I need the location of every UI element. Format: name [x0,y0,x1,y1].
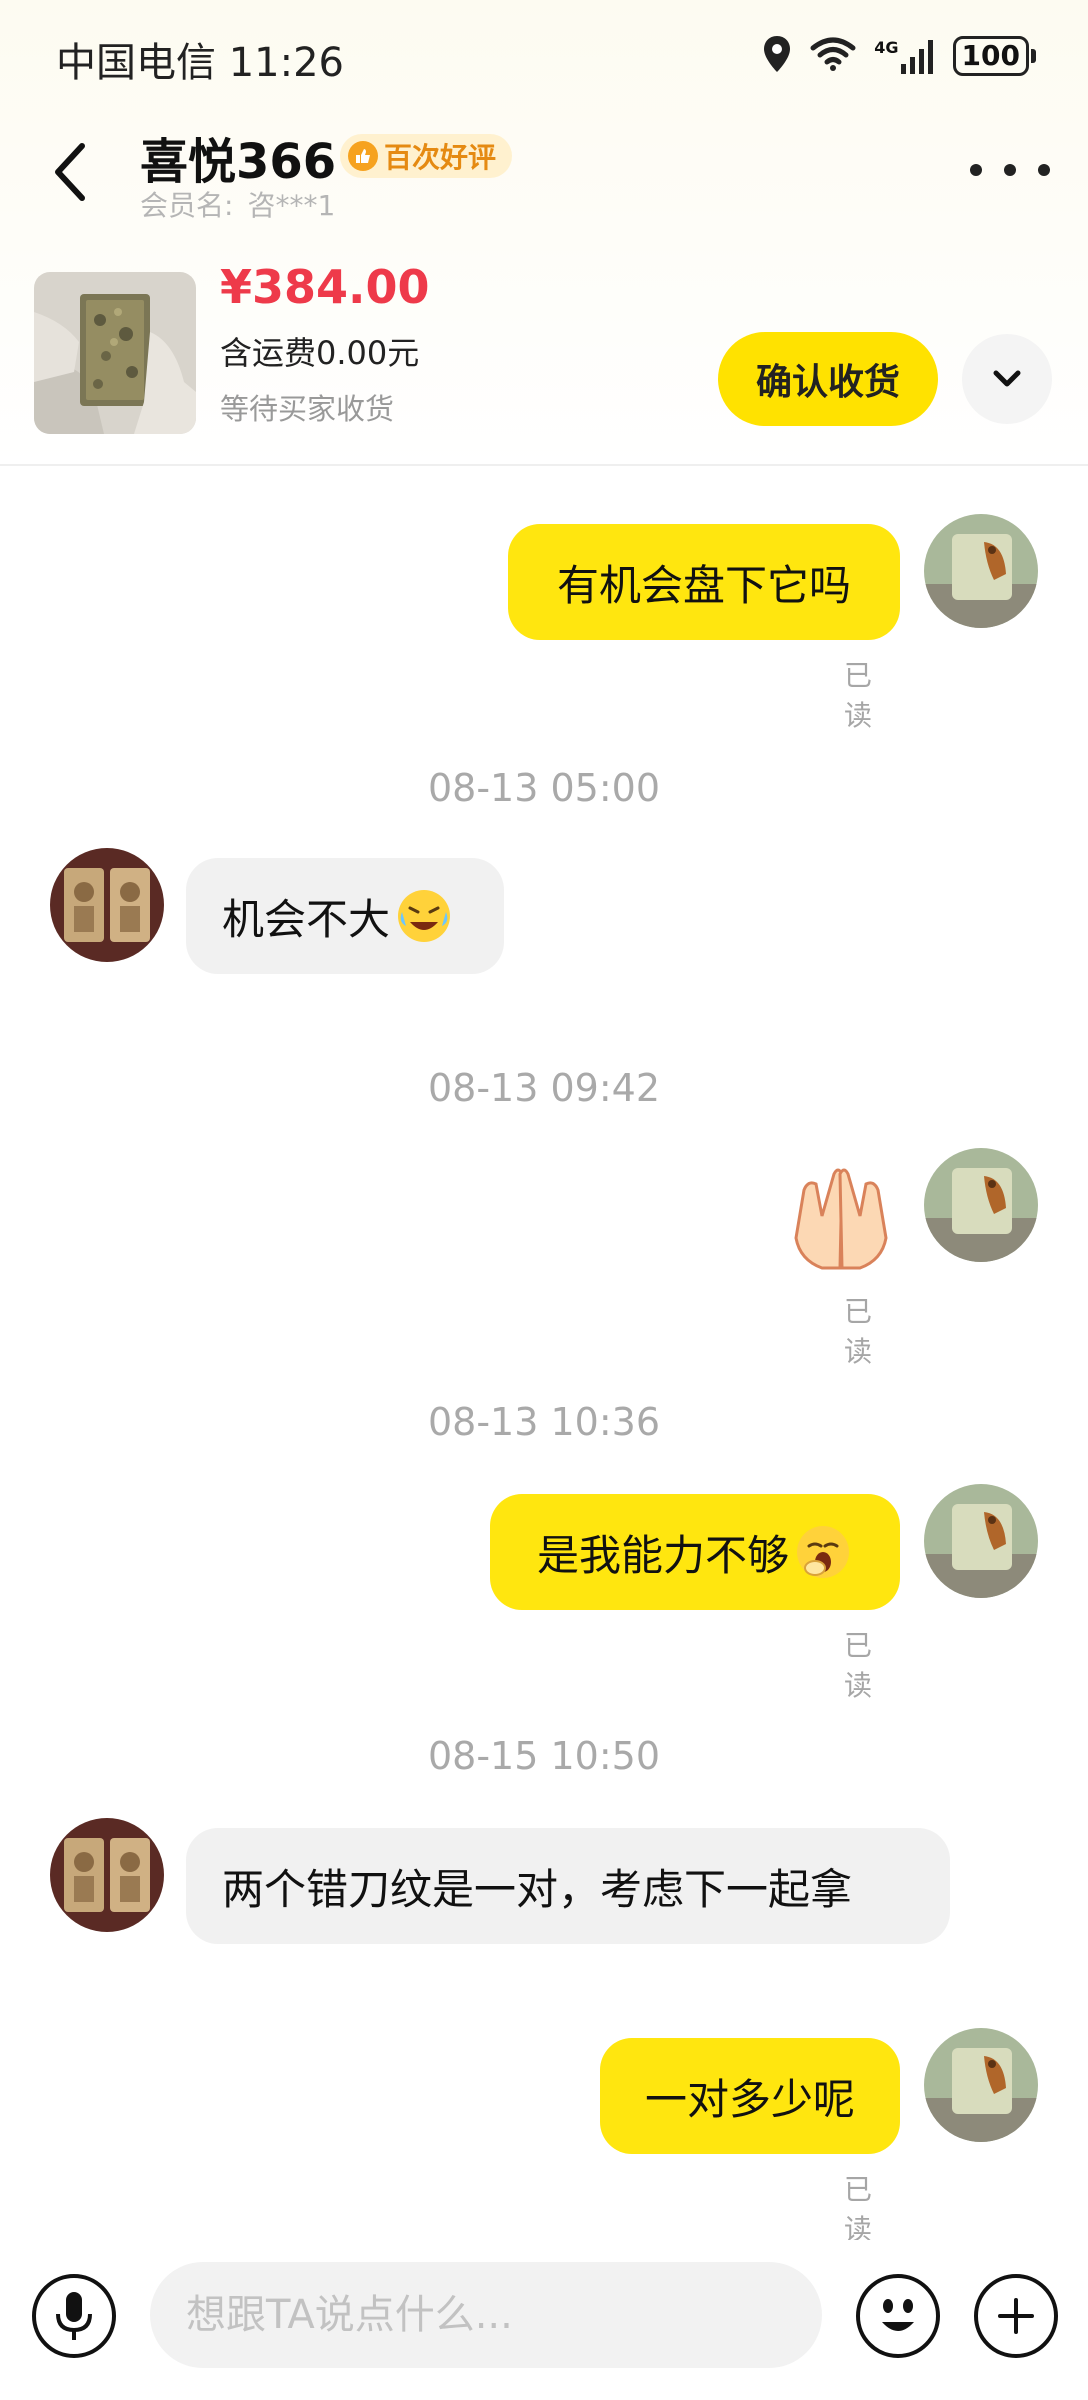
read-status: 已读 [844,1295,873,1368]
message-bubble[interactable]: 一对多少呢 [600,2038,900,2154]
battery-level: 100 [952,36,1029,76]
chat-header: 喜悦366 百次好评 会员名: 咨***1 [0,110,1088,230]
member-line: 会员名: 咨***1 [140,184,335,224]
message-bubble[interactable]: 机会不大 [186,858,504,974]
microphone-icon [56,2292,92,2340]
contact-avatar[interactable] [50,1818,164,1932]
voice-button[interactable] [32,2274,116,2358]
battery-icon: 100 [952,36,1036,76]
location-icon [762,34,792,78]
yawning-emoji-icon [793,1522,853,1582]
status-carrier-time: 中国电信 11:26 [56,40,344,86]
back-button[interactable] [40,132,100,212]
praise-badge: 百次好评 [340,134,513,178]
contact-name: 喜悦366 [140,134,337,190]
top-area: 中国电信 11:26 4G 100 喜悦366 百次好评 会员名: 咨***1 … [0,0,1088,466]
message-bubble[interactable]: 是我能力不够 [490,1494,900,1610]
read-status: 已读 [844,659,873,732]
emoji-icon [882,2299,914,2331]
message-input[interactable] [150,2262,822,2368]
emoji-button[interactable] [856,2274,940,2358]
input-bar [0,2240,1088,2400]
signal-icon: 4G [874,38,934,74]
network-type-label: 4G [874,38,899,57]
my-avatar[interactable] [924,1148,1038,1262]
message-text: 是我能力不够 [536,1530,789,1580]
more-icon [970,164,982,176]
product-bar[interactable]: ¥384.00 含运费0.00元 等待买家收货 确认收货 [0,252,1088,466]
message-text: 机会不大 [222,894,391,944]
timestamp: 08-13 09:42 [427,1066,660,1110]
crying-laughing-emoji-icon [394,886,454,946]
expand-button[interactable] [962,334,1052,424]
plus-icon [998,2298,1034,2334]
more-button[interactable] [970,145,1050,195]
message-bubble[interactable]: 有机会盘下它吗 [508,524,900,640]
my-avatar[interactable] [924,1484,1038,1598]
product-shipping: 含运费0.00元 [220,334,420,372]
confirm-receipt-button[interactable]: 确认收货 [718,332,938,426]
contact-avatar[interactable] [50,848,164,962]
timestamp: 08-15 10:50 [427,1734,660,1778]
my-avatar[interactable] [924,514,1038,628]
folded-hands-emoji-icon[interactable] [782,1160,900,1278]
status-icons: 4G 100 [762,30,1036,82]
my-avatar[interactable] [924,2028,1038,2142]
message-bubble[interactable]: 两个错刀纹是一对，考虑下一起拿 [186,1828,950,1944]
timestamp: 08-13 05:00 [427,766,660,810]
product-price: ¥384.00 [220,260,430,314]
read-status: 已读 [844,1629,873,1702]
back-icon [55,143,85,201]
product-thumbnail[interactable] [34,272,196,434]
member-value: 咨***1 [247,189,336,222]
product-status: 等待买家收货 [220,392,395,426]
more-actions-button[interactable] [974,2274,1058,2358]
timestamp: 08-13 10:36 [427,1400,660,1444]
chevron-down-icon [993,370,1021,387]
wifi-icon [810,36,856,76]
read-status: 已读 [844,2173,873,2246]
praise-label: 百次好评 [384,141,497,174]
praise-icon [348,141,378,171]
status-bar: 中国电信 11:26 4G 100 [0,0,1088,110]
member-label: 会员名: [140,189,234,222]
